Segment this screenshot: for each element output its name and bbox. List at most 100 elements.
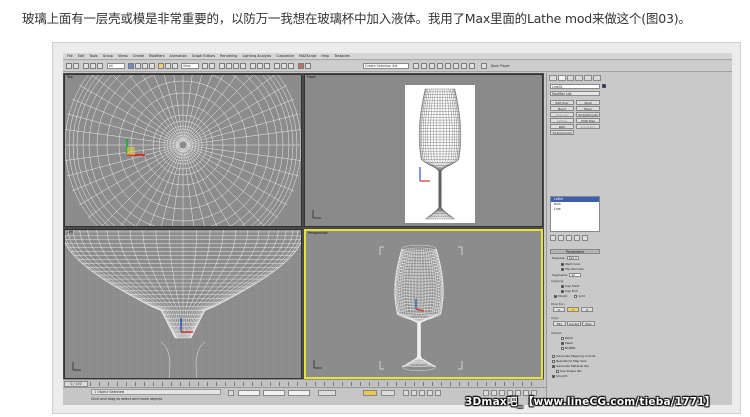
menu-lighting-analysis[interactable]: Lighting Analysis (242, 53, 271, 59)
quick-render-icon[interactable] (421, 63, 427, 69)
edit-named-selection-icon[interactable] (250, 63, 256, 69)
display-tab-icon[interactable] (584, 75, 593, 81)
book-player-icon[interactable] (481, 63, 487, 69)
align-icon[interactable] (264, 63, 270, 69)
render-setup-icon[interactable] (305, 63, 311, 69)
axis-x-button[interactable]: X (553, 307, 565, 312)
mesh-radio[interactable] (561, 341, 564, 345)
configure-sets-icon[interactable] (582, 235, 588, 241)
viewport-label-front[interactable]: Front (307, 75, 316, 79)
align-center-button[interactable]: Center (567, 321, 581, 326)
environment-icon[interactable] (437, 63, 443, 69)
show-end-result-icon[interactable] (558, 235, 564, 241)
angle-snap-icon[interactable] (226, 63, 232, 69)
menu-animation[interactable]: Animation (170, 53, 187, 59)
use-shape-checkbox[interactable] (556, 369, 559, 373)
menu-tools[interactable]: Tools (89, 53, 97, 59)
weld-core-checkbox[interactable] (561, 262, 564, 266)
play-icon[interactable] (419, 390, 425, 396)
pivot-center-icon[interactable] (202, 63, 208, 69)
render-frame-icon[interactable] (413, 63, 419, 69)
menu-views[interactable]: Views (118, 53, 128, 59)
snap-toggle-icon[interactable] (219, 63, 225, 69)
book-player-label[interactable]: Book Player (491, 64, 510, 68)
cap-end-checkbox[interactable] (561, 289, 564, 293)
turbosmooth-2-button[interactable]: Turbosmooth (550, 130, 574, 135)
previous-frame-icon[interactable] (411, 390, 417, 396)
mirror-icon[interactable] (257, 63, 263, 69)
align-min-button[interactable]: Min (553, 321, 566, 326)
menu-edit[interactable]: Edit (78, 53, 85, 59)
patch-radio[interactable] (561, 336, 564, 340)
redo-icon[interactable] (73, 63, 79, 69)
taper-button[interactable]: Taper (576, 106, 600, 111)
object-color-swatch[interactable] (602, 84, 606, 88)
window-crossing-icon[interactable] (149, 63, 155, 69)
create-tab-icon[interactable] (549, 75, 557, 81)
x-coordinate-field[interactable] (238, 390, 260, 396)
viewport-left[interactable]: Left (64, 229, 302, 379)
active-shade-icon[interactable] (429, 63, 435, 69)
menu-file[interactable]: File (67, 53, 73, 59)
pin-stack-icon[interactable] (550, 235, 556, 241)
select-move-icon[interactable] (158, 63, 164, 69)
modify-tab-icon[interactable] (557, 75, 566, 81)
shell-button[interactable]: Shell (576, 100, 600, 105)
track-bar[interactable] (90, 382, 540, 386)
parameters-rollout-header[interactable]: Parameters (550, 249, 600, 254)
viewport-perspective[interactable]: Perspective (304, 229, 543, 379)
gen-map-checkbox[interactable] (552, 354, 555, 358)
make-unique-icon[interactable] (566, 235, 572, 241)
edit-poly-button[interactable]: Edit Poly (550, 100, 574, 105)
flip-normals-checkbox[interactable] (561, 267, 564, 271)
percent-snap-icon[interactable] (233, 63, 239, 69)
viewport-label-top[interactable]: Top (67, 75, 73, 79)
menu-rendering[interactable]: Rendering (220, 53, 237, 59)
bend-button[interactable]: Bend (550, 106, 574, 111)
curve-editor-icon[interactable] (281, 63, 287, 69)
menu-modifiers[interactable]: Modifiers (149, 53, 164, 59)
axis-y-button[interactable]: Y (567, 307, 579, 312)
auto-key-button[interactable] (363, 390, 377, 396)
spinner-snap-icon[interactable] (240, 63, 246, 69)
selection-filter-dropdown[interactable]: All (107, 63, 125, 69)
viewport-label-perspective[interactable]: Perspective (308, 231, 328, 235)
menu-group[interactable]: Group (103, 53, 113, 59)
selection-region-icon[interactable] (142, 63, 148, 69)
axis-z-button[interactable]: Z (581, 307, 593, 312)
select-object-icon[interactable] (128, 63, 134, 69)
viewport-label-left[interactable]: Left (67, 230, 73, 234)
render-production-icon[interactable] (445, 63, 451, 69)
schematic-view-icon[interactable] (288, 63, 294, 69)
select-by-name-icon[interactable] (135, 63, 141, 69)
real-world-checkbox[interactable] (552, 359, 555, 363)
select-rotate-icon[interactable] (165, 63, 171, 69)
menu-graph-editors[interactable]: Graph Editors (192, 53, 215, 59)
lattice-button[interactable]: Lattice (550, 118, 574, 123)
motion-tab-icon[interactable] (575, 75, 584, 81)
render-last-icon[interactable] (461, 63, 467, 69)
nurbs-radio[interactable] (561, 346, 564, 350)
render-teapot-icon[interactable] (453, 63, 459, 69)
render-iterative-icon[interactable] (469, 63, 475, 69)
menu-customize[interactable]: Customize (276, 53, 294, 59)
z-coordinate-field[interactable] (288, 390, 310, 396)
turbosmooth-button[interactable]: TurboSmooth (576, 112, 600, 117)
y-coordinate-field[interactable] (263, 390, 285, 396)
viewport-front[interactable]: Front (304, 74, 543, 227)
set-key-button[interactable] (381, 390, 395, 396)
menu-maxscript[interactable]: MAXScript (299, 53, 316, 59)
modifier-list-dropdown[interactable]: Modifier List (550, 91, 600, 96)
undo-icon[interactable] (66, 63, 72, 69)
lock-selection-icon[interactable] (228, 390, 234, 396)
unlink-icon[interactable] (90, 63, 96, 69)
align-max-button[interactable]: Max (582, 321, 595, 326)
gen-mat-checkbox[interactable] (552, 364, 555, 368)
degrees-spinner[interactable]: 360.0 (566, 256, 579, 260)
extrude-button[interactable]: Extrude (550, 112, 574, 117)
manipulate-icon[interactable] (209, 63, 215, 69)
stack-item-line[interactable]: Line (551, 207, 599, 212)
object-name-field[interactable]: Line01 (550, 84, 600, 89)
menu-create[interactable]: Create (133, 53, 144, 59)
symmetry-button[interactable]: Symmetry (576, 124, 600, 129)
